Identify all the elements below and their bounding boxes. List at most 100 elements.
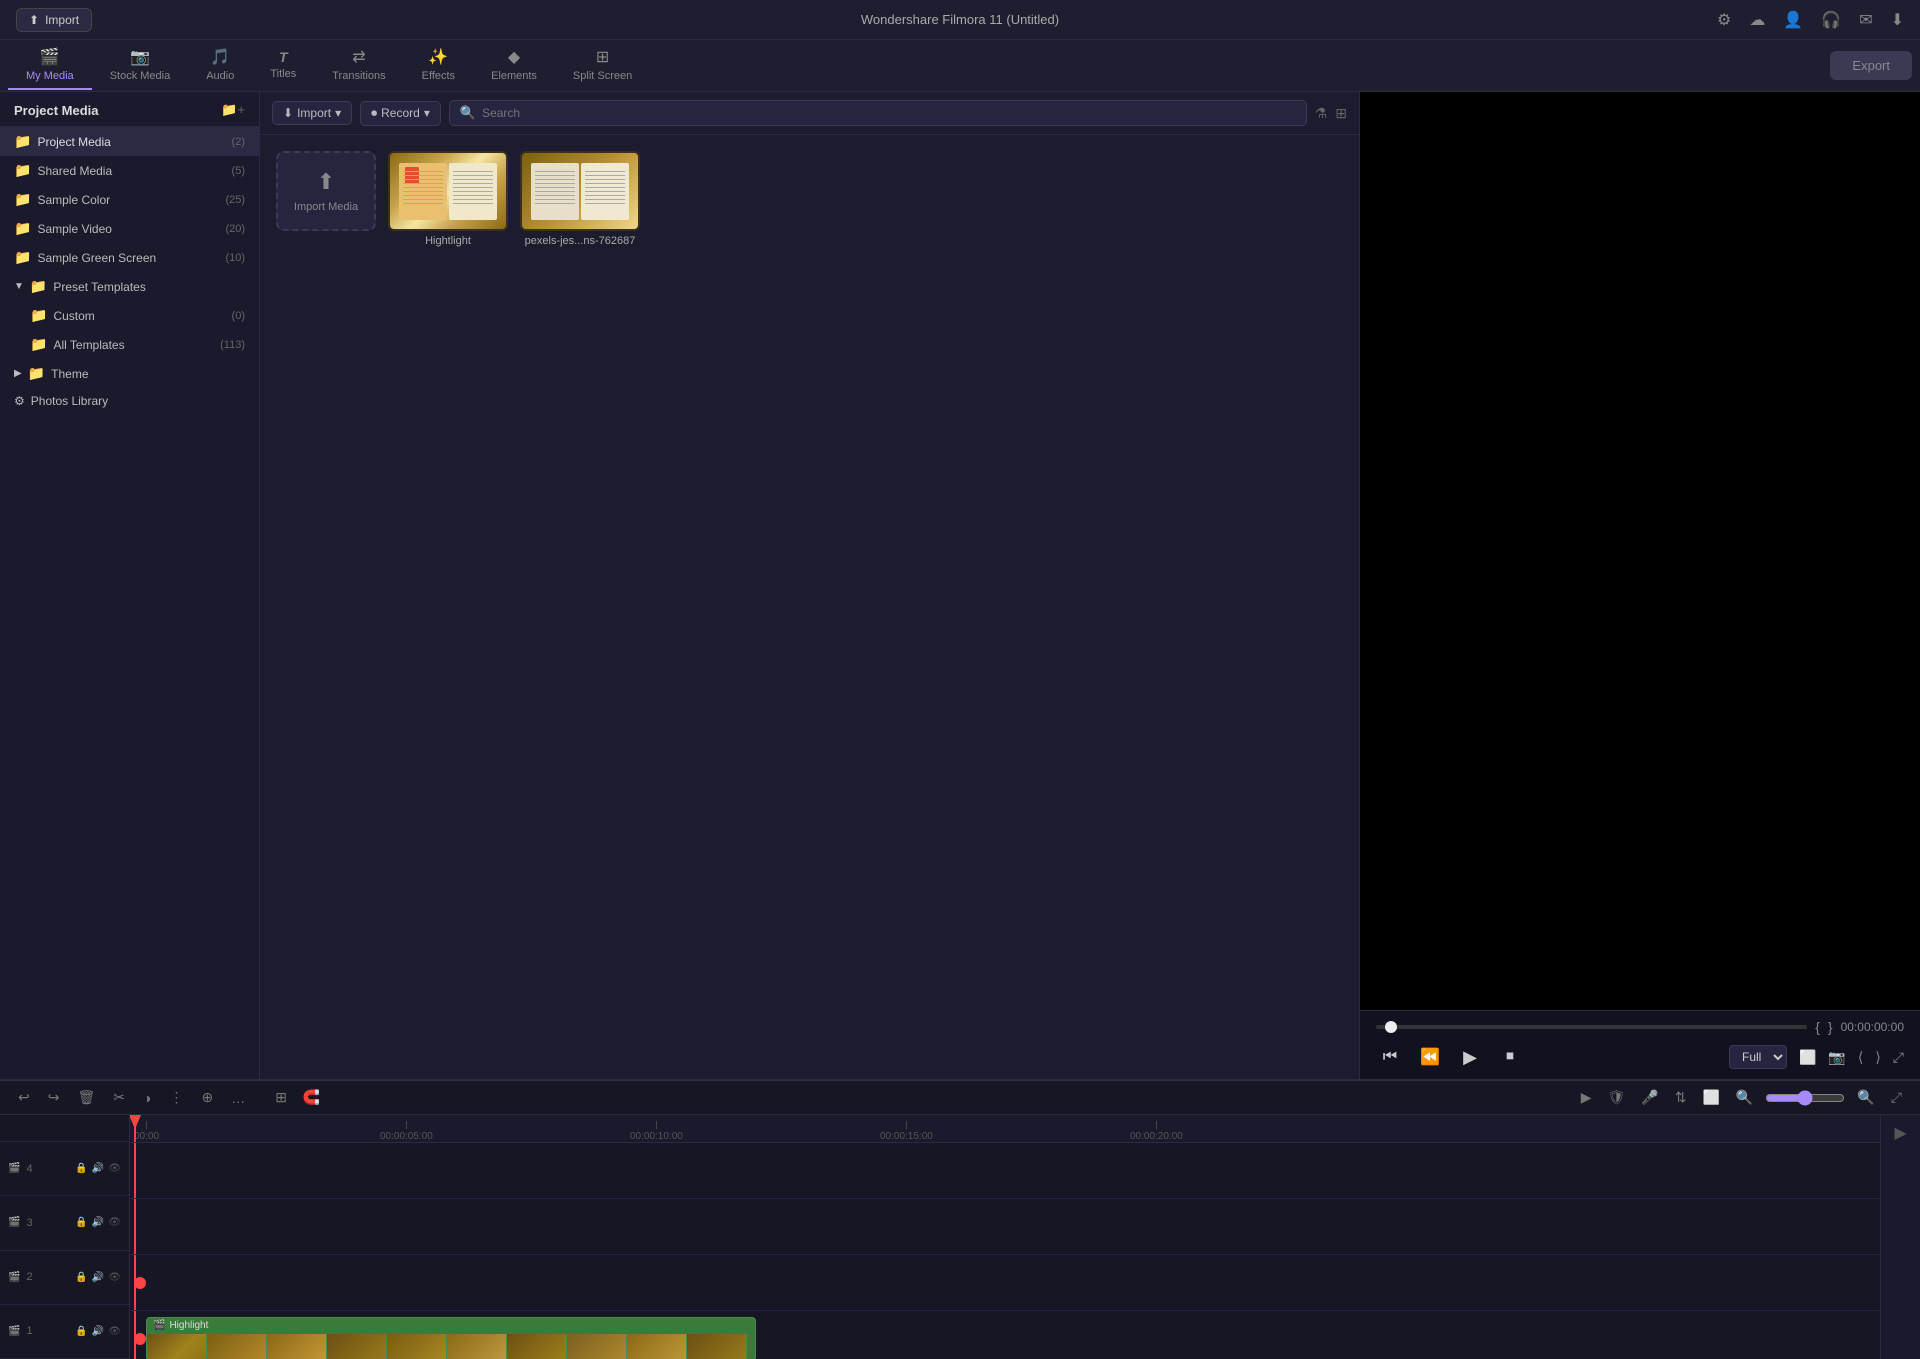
sidebar-item-theme[interactable]: ▶ 📁 Theme <box>0 359 259 388</box>
audio-mix-button[interactable]: ⇅ <box>1671 1087 1691 1108</box>
add-track-button[interactable]: ⊞ <box>271 1087 291 1108</box>
tab-my-media[interactable]: 🎬 My Media <box>8 41 92 90</box>
tab-stock-media[interactable]: 📷 Stock Media <box>92 41 189 90</box>
clip-thumb-4 <box>327 1334 387 1359</box>
sidebar-item-sample-color[interactable]: 📁 Sample Color (25) <box>0 185 259 214</box>
next-frame-button[interactable]: ⟩ <box>1875 1049 1880 1066</box>
fit-button[interactable]: ⤢ <box>1887 1087 1906 1108</box>
add-folder-icon[interactable]: 📁+ <box>221 102 245 118</box>
record-button[interactable]: ⏺ Record ▾ <box>360 101 441 126</box>
sidebar-item-preset-templates[interactable]: ▼ 📁 Preset Templates <box>0 272 259 301</box>
fullscreen-button[interactable]: ⤢ <box>1893 1049 1904 1066</box>
sidebar-item-all-templates[interactable]: 📁 All Templates (113) <box>0 330 259 359</box>
tab-elements[interactable]: ◆ Elements <box>473 41 555 90</box>
sidebar-item-custom[interactable]: 📁 Custom (0) <box>0 301 259 330</box>
tab-titles[interactable]: T Titles <box>252 43 314 88</box>
caption-button[interactable]: ⬜ <box>1698 1087 1723 1108</box>
shield-button[interactable]: 🛡 <box>1604 1087 1630 1108</box>
sound-icon-t1[interactable]: 🔊 <box>92 1326 104 1337</box>
export-button[interactable]: Export <box>1830 51 1912 80</box>
ripple-button[interactable]: ◑ <box>139 1088 155 1108</box>
sound-icon-t4[interactable]: 🔊 <box>92 1163 104 1174</box>
tab-effects[interactable]: ✨ Effects <box>404 41 473 90</box>
titles-icon: T <box>279 49 288 65</box>
track-row-1[interactable]: 🎬 Highlight <box>130 1311 1880 1359</box>
preview-area: { } 00:00:00:00 ⏮ ⏪ ▶ ⏹ Full ⬜ 📷 ⟨ ⟩ ⤢ <box>1360 92 1920 1079</box>
safe-zone-button[interactable]: ⬜ <box>1799 1049 1816 1066</box>
lock-icon-t1[interactable]: 🔒 <box>75 1326 87 1337</box>
track-row-4[interactable] <box>130 1143 1880 1199</box>
sound-icon-t2[interactable]: 🔊 <box>92 1272 104 1283</box>
track-num-2: 2 <box>26 1271 32 1283</box>
render-button[interactable]: ▶ <box>1577 1087 1596 1108</box>
timeline-ruler: 00:00 00:00:05:00 00:00:10:00 00:00:15:0… <box>130 1115 1880 1143</box>
lock-icon-t4[interactable]: 🔒 <box>75 1163 87 1174</box>
download-icon[interactable]: ⬇ <box>1891 10 1904 30</box>
zoom-in-button[interactable]: 🔍 <box>1853 1087 1878 1108</box>
frame-back-button[interactable]: ⏪ <box>1416 1043 1444 1071</box>
magnetic-button[interactable]: 🧲 <box>299 1087 324 1108</box>
top-import-button[interactable]: ⬆ Import <box>16 8 92 32</box>
left-panel-title: Project Media <box>14 103 99 118</box>
photos-icon: ⚙ <box>14 394 25 408</box>
eye-icon-t2[interactable]: 👁 <box>108 1272 121 1283</box>
prev-frame-button[interactable]: ⟨ <box>1858 1049 1863 1066</box>
sidebar-item-project-media[interactable]: 📁 Project Media (2) <box>0 127 259 156</box>
play-button[interactable]: ▶ <box>1456 1043 1484 1071</box>
grid-view-icon[interactable]: ⊞ <box>1335 105 1347 122</box>
folder-icon-3: 📁 <box>14 191 31 208</box>
import-media-button[interactable]: ⬆ Import Media <box>276 151 376 231</box>
add-marker-button[interactable]: ⊕ <box>197 1087 217 1108</box>
media-toolbar: ⬇ Import ▾ ⏺ Record ▾ 🔍 ⚗ ⊞ <box>260 92 1359 135</box>
sidebar-item-sample-green-screen[interactable]: 📁 Sample Green Screen (10) <box>0 243 259 272</box>
settings-icon[interactable]: ⚙ <box>1717 10 1731 30</box>
cloud-icon[interactable]: ☁ <box>1749 10 1765 30</box>
out-point-button[interactable]: } <box>1828 1019 1833 1035</box>
split-button[interactable]: ⋮ <box>165 1087 187 1108</box>
headset-icon[interactable]: 🎧 <box>1821 10 1841 30</box>
preview-track[interactable] <box>1376 1025 1807 1029</box>
clip-video-icon: 🎬 <box>153 1320 165 1331</box>
undo-button[interactable]: ↩ <box>14 1087 34 1108</box>
cut-button[interactable]: ✂ <box>109 1087 129 1108</box>
sidebar-item-photos-library[interactable]: ⚙ Photos Library <box>0 388 259 414</box>
filter-icon[interactable]: ⚗ <box>1315 105 1328 122</box>
tab-audio[interactable]: 🎵 Audio <box>188 41 252 90</box>
account-icon[interactable]: 👤 <box>1783 10 1803 30</box>
sidebar-item-sample-video[interactable]: 📁 Sample Video (20) <box>0 214 259 243</box>
more-button[interactable]: … <box>227 1088 249 1108</box>
search-input[interactable] <box>482 106 1296 120</box>
clip-highlight[interactable]: 🎬 Highlight <box>146 1317 756 1359</box>
mic-button[interactable]: 🎤 <box>1637 1087 1662 1108</box>
lock-icon-t3[interactable]: 🔒 <box>75 1217 87 1228</box>
sidebar-item-shared-media[interactable]: 📁 Shared Media (5) <box>0 156 259 185</box>
lock-icon-t2[interactable]: 🔒 <box>75 1272 87 1283</box>
mail-icon[interactable]: ✉ <box>1859 10 1872 30</box>
media-thumb-highlight[interactable] <box>388 151 508 231</box>
sound-icon-t3[interactable]: 🔊 <box>92 1217 104 1228</box>
redo-button[interactable]: ↪ <box>44 1087 64 1108</box>
eye-icon-t1[interactable]: 👁 <box>108 1326 121 1337</box>
media-thumb-pexels[interactable] <box>520 151 640 231</box>
sidebar-item-sample-video-label: Sample Video <box>37 222 112 236</box>
eye-icon-t4[interactable]: 👁 <box>108 1163 121 1174</box>
clip-thumb-2 <box>207 1334 267 1359</box>
track-row-2[interactable] <box>130 1255 1880 1311</box>
stop-button[interactable]: ⏹ <box>1496 1043 1524 1071</box>
tab-transitions[interactable]: ⇄ Transitions <box>314 41 403 90</box>
delete-button[interactable]: 🗑 <box>73 1087 99 1108</box>
eye-icon-t3[interactable]: 👁 <box>108 1217 121 1228</box>
zoom-slider[interactable] <box>1765 1090 1845 1106</box>
media-item-highlight[interactable]: Hightlight <box>388 151 508 247</box>
track-1-icons: 🔒 🔊 👁 <box>75 1326 121 1337</box>
screenshot-button[interactable]: 📷 <box>1828 1049 1845 1066</box>
quality-select[interactable]: Full <box>1729 1045 1787 1069</box>
import-button[interactable]: ⬇ Import ▾ <box>272 101 352 125</box>
scroll-right-icon[interactable]: ▶ <box>1894 1123 1906 1143</box>
tab-split-screen[interactable]: ⊞ Split Screen <box>555 41 650 90</box>
in-point-button[interactable]: { <box>1815 1019 1820 1035</box>
media-item-pexels[interactable]: pexels-jes...ns-762687 <box>520 151 640 247</box>
step-back-button[interactable]: ⏮ <box>1376 1043 1404 1071</box>
track-row-3[interactable] <box>130 1199 1880 1255</box>
zoom-out-button[interactable]: 🔍 <box>1732 1087 1757 1108</box>
